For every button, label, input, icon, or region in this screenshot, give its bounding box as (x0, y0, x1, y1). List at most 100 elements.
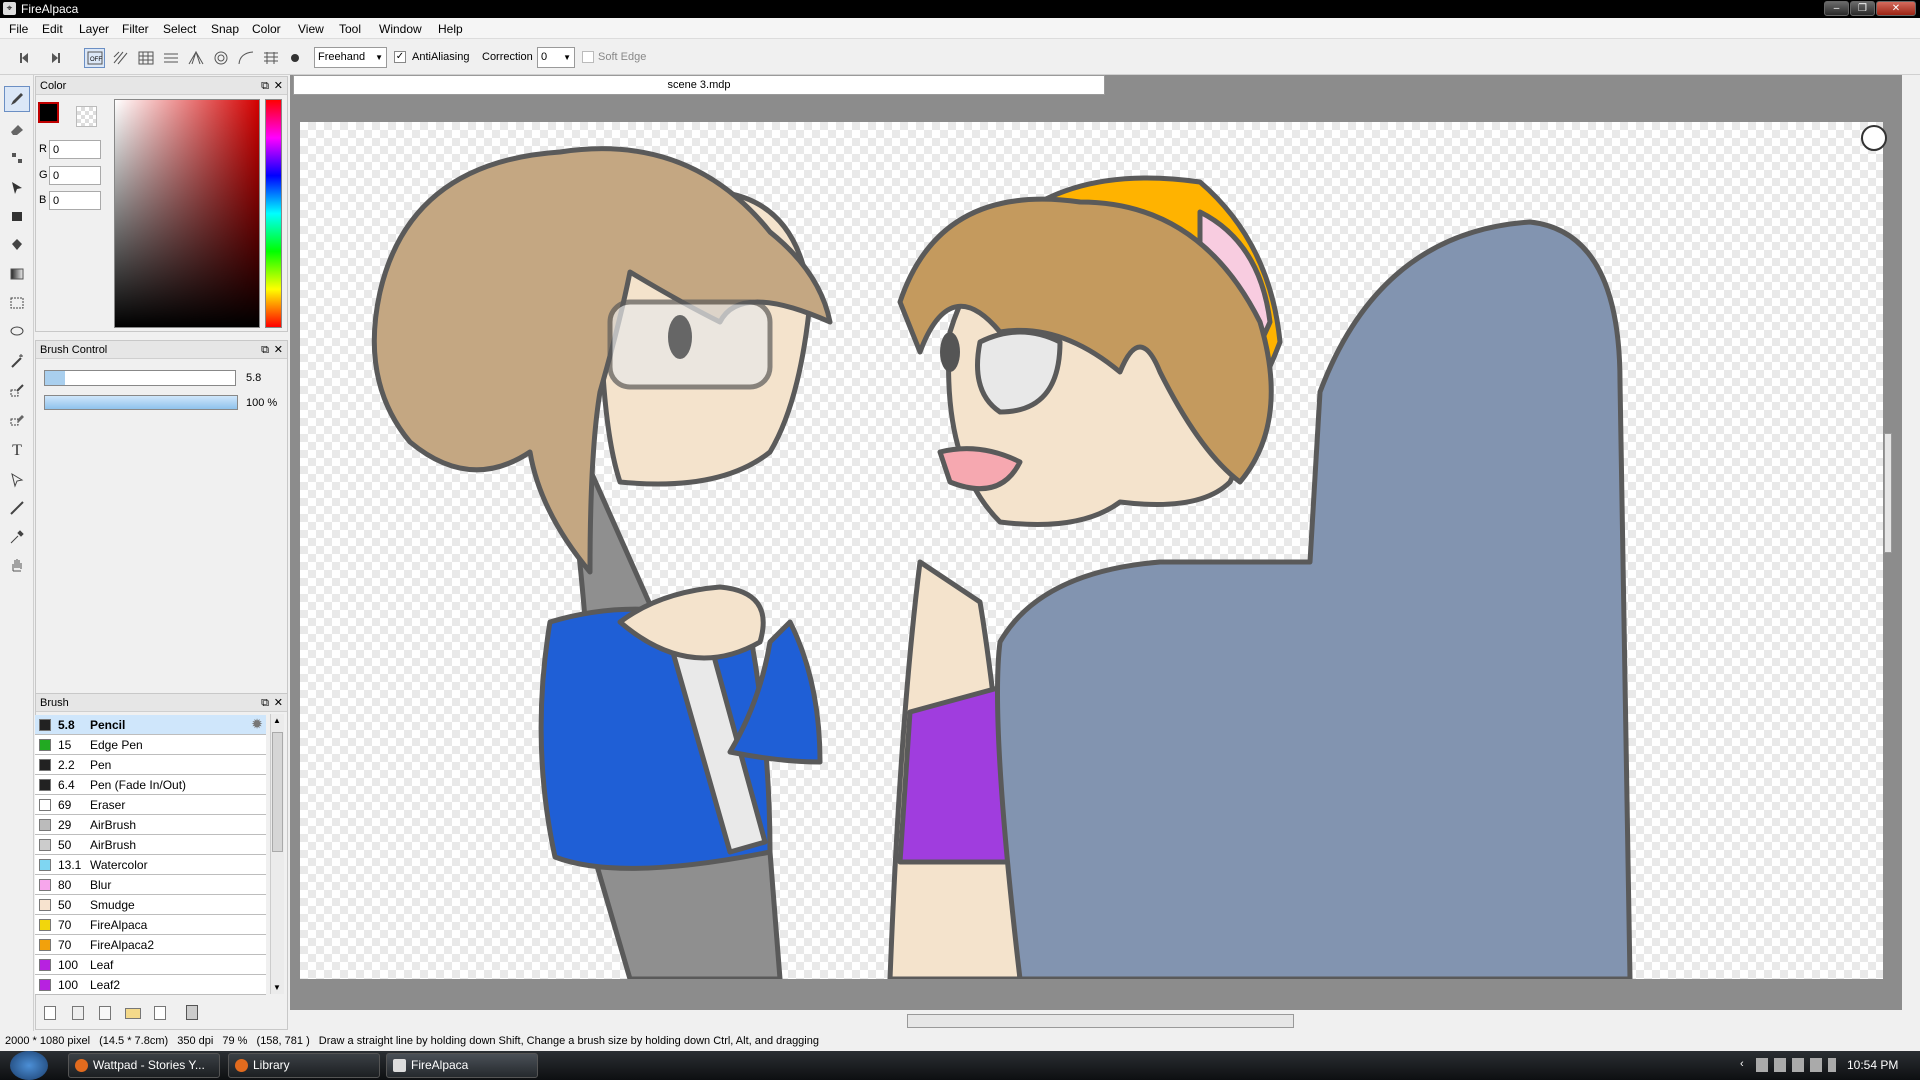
close-panel-icon[interactable]: ✕ (274, 77, 283, 95)
vertical-scroll-thumb[interactable] (1884, 433, 1892, 553)
snap-lines-icon[interactable] (160, 48, 181, 68)
menu-edit[interactable]: Edit (42, 22, 63, 36)
menu-view[interactable]: View (298, 22, 324, 36)
menu-filter[interactable]: Filter (122, 22, 149, 36)
document-tab[interactable]: scene 3.mdp (293, 75, 1105, 95)
move-tool-icon[interactable] (4, 175, 30, 201)
menu-color[interactable]: Color (252, 22, 281, 36)
scroll-up-icon[interactable]: ▲ (273, 716, 281, 725)
brush-item[interactable]: 100 Leaf2 (35, 975, 266, 995)
float-panel-icon[interactable]: ⧉ (261, 341, 269, 359)
soft-edge-checkbox[interactable] (582, 51, 594, 63)
foreground-color-swatch[interactable] (38, 102, 59, 123)
fill-rect-tool-icon[interactable] (4, 203, 30, 229)
close-panel-icon[interactable]: ✕ (274, 341, 283, 359)
antialiasing-checkbox[interactable]: ✓ (394, 51, 406, 63)
brush-item[interactable]: 69 Eraser (35, 795, 266, 815)
toolbar: OFF Freehand ▼ ✓ AntiAliasing Correction … (0, 39, 1920, 75)
hand-tool-icon[interactable] (4, 552, 30, 578)
status-bar: 2000 * 1080 pixel (14.5 * 7.8cm) 350 dpi… (0, 1031, 1920, 1051)
snap-circle-icon[interactable] (210, 48, 231, 68)
brush-item[interactable]: 70 FireAlpaca2 (35, 935, 266, 955)
magic-wand-tool-icon[interactable] (4, 348, 30, 374)
bucket-tool-icon[interactable] (4, 232, 30, 258)
menu-snap[interactable]: Snap (211, 22, 239, 36)
dot-tool-icon[interactable] (4, 145, 30, 171)
g-value-input[interactable] (49, 166, 101, 185)
eraser-tool-icon[interactable] (4, 116, 30, 142)
brush-item[interactable]: 80 Blur (35, 875, 266, 895)
close-button[interactable]: ✕ (1876, 1, 1916, 16)
menu-select[interactable]: Select (163, 22, 196, 36)
taskbar-item-wattpad[interactable]: Wattpad - Stories Y... (68, 1053, 220, 1078)
float-panel-icon[interactable]: ⧉ (261, 77, 269, 95)
hue-slider[interactable] (265, 99, 282, 328)
snap-settings-icon[interactable] (260, 48, 281, 68)
clock[interactable]: 10:54 PM (1847, 1058, 1898, 1072)
brush-item[interactable]: 50 Smudge (35, 895, 266, 915)
taskbar-item-library[interactable]: Library (228, 1053, 380, 1078)
eyedropper-tool-icon[interactable] (4, 524, 30, 550)
menu-file[interactable]: File (9, 22, 28, 36)
select-eraser-tool-icon[interactable] (4, 406, 30, 432)
menu-window[interactable]: Window (379, 22, 422, 36)
snap-parallel-icon[interactable] (110, 48, 131, 68)
duplicate-brush-icon[interactable] (154, 1006, 166, 1020)
menu-help[interactable]: Help (438, 22, 463, 36)
brush-opacity-slider[interactable] (44, 395, 238, 410)
snap-perspective-icon[interactable] (185, 48, 206, 68)
brush-item[interactable]: 5.8 Pencil ✹ (35, 715, 266, 735)
gradient-tool-icon[interactable] (4, 261, 30, 287)
b-value-input[interactable] (49, 191, 101, 210)
undo-button[interactable] (14, 48, 35, 68)
pen-tool-icon[interactable] (4, 86, 30, 112)
float-panel-icon[interactable]: ⧉ (261, 694, 269, 712)
new-brush-alt-icon[interactable] (72, 1006, 84, 1020)
brush-list-scrollbar[interactable]: ▲ ▼ (270, 714, 284, 994)
operation-tool-icon[interactable] (4, 467, 30, 493)
minimize-button[interactable]: – (1824, 1, 1849, 16)
canvas-area[interactable] (290, 75, 1902, 1028)
brush-size-slider[interactable] (44, 370, 236, 386)
transparent-color-swatch[interactable] (76, 106, 97, 127)
redo-button[interactable] (44, 48, 65, 68)
brush-item[interactable]: 15 Edge Pen (35, 735, 266, 755)
trash-icon[interactable] (186, 1005, 198, 1020)
close-panel-icon[interactable]: ✕ (274, 694, 283, 712)
horizontal-scroll-thumb[interactable] (907, 1014, 1294, 1028)
folder-icon[interactable] (125, 1008, 141, 1019)
brush-item[interactable]: 29 AirBrush (35, 815, 266, 835)
select-tool-icon[interactable] (4, 290, 30, 316)
system-tray-icons[interactable] (1756, 1058, 1836, 1072)
brush-item[interactable]: 6.4 Pen (Fade In/Out) (35, 775, 266, 795)
snap-curve-icon[interactable] (235, 48, 256, 68)
divide-tool-icon[interactable] (4, 495, 30, 521)
brush-item[interactable]: 100 Leaf (35, 955, 266, 975)
drawing-canvas[interactable] (300, 122, 1883, 982)
brush-item[interactable]: 70 FireAlpaca (35, 915, 266, 935)
brush-item[interactable]: 50 AirBrush (35, 835, 266, 855)
menu-layer[interactable]: Layer (79, 22, 109, 36)
draw-mode-select[interactable]: Freehand ▼ (314, 47, 387, 68)
scroll-down-icon[interactable]: ▼ (273, 983, 281, 992)
r-value-input[interactable] (49, 140, 101, 159)
text-tool-icon[interactable]: T (4, 438, 30, 464)
start-button[interactable] (10, 1051, 48, 1080)
gear-icon[interactable]: ✹ (252, 717, 262, 731)
tray-expand-icon[interactable]: ‹ (1740, 1058, 1744, 1070)
taskbar-item-firealpaca[interactable]: FireAlpaca (386, 1053, 538, 1078)
vertical-scrollbar[interactable] (1882, 163, 1894, 583)
brush-item[interactable]: 13.1 Watercolor (35, 855, 266, 875)
add-brush-icon[interactable] (99, 1006, 111, 1020)
lasso-tool-icon[interactable] (4, 319, 30, 345)
menu-tool[interactable]: Tool (339, 22, 361, 36)
snap-grid-icon[interactable] (135, 48, 156, 68)
snap-off-icon[interactable]: OFF (84, 48, 105, 68)
brush-list-scroll-thumb[interactable] (272, 732, 283, 852)
new-brush-icon[interactable] (44, 1006, 56, 1020)
brush-item[interactable]: 2.2 Pen (35, 755, 266, 775)
maximize-button[interactable]: ❐ (1850, 1, 1875, 16)
correction-select[interactable]: 0 ▼ (537, 47, 575, 68)
select-pen-tool-icon[interactable] (4, 377, 30, 403)
saturation-value-picker[interactable] (114, 99, 260, 328)
